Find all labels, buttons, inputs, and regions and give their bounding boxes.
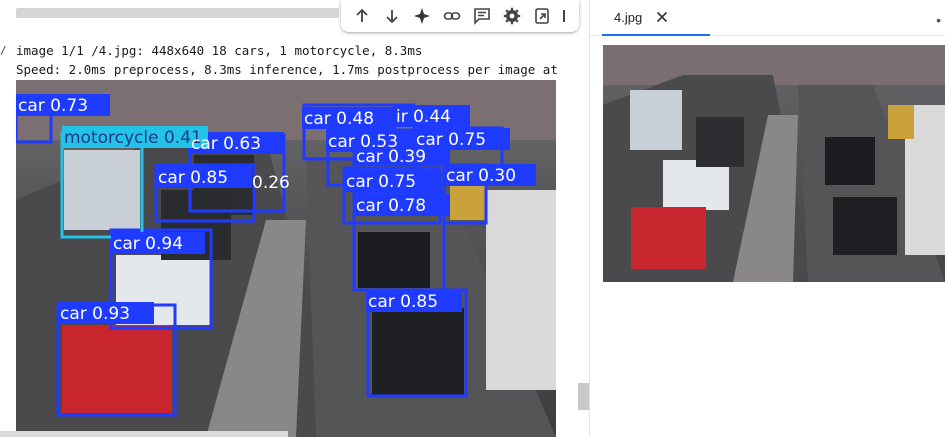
label-car-039: car 0.39 xyxy=(356,147,426,167)
settings-button[interactable] xyxy=(497,1,527,31)
label-car-048: car 0.48 xyxy=(304,109,374,129)
notebook-output-pane: / image 1/1 /4.jpg: 448x640 18 cars, 1 m… xyxy=(0,0,590,437)
close-tab-button[interactable] xyxy=(654,9,670,25)
preview-scene xyxy=(603,45,945,282)
open-in-tab-button[interactable] xyxy=(527,1,557,31)
label-motorcycle: motorcycle 0.41 xyxy=(64,128,202,148)
label-car-085-b: car 0.85 xyxy=(368,292,438,312)
preview-black-car-mid xyxy=(825,137,875,185)
image-preview-pane: 4.jpg • xyxy=(590,0,945,437)
detection-scene: car 0.73 motorcycle 0.41 car 0.63 car 0.… xyxy=(16,80,556,437)
link-icon xyxy=(443,12,461,20)
preview-black-car-near xyxy=(833,197,897,255)
detection-output-image: car 0.73 motorcycle 0.41 car 0.63 car 0.… xyxy=(16,80,556,437)
arrow-down-icon xyxy=(386,10,398,24)
black-car-mid xyxy=(358,232,430,288)
label-car-093: car 0.93 xyxy=(60,304,130,324)
label-ir-044: ir 0.44 xyxy=(396,107,451,127)
preview-traffic-bg xyxy=(603,45,945,85)
comment-button[interactable] xyxy=(467,1,497,31)
more-button[interactable] xyxy=(557,1,571,31)
horizontal-scrollbar[interactable] xyxy=(0,431,288,437)
arrow-up-icon xyxy=(356,8,368,22)
black-car-near xyxy=(372,308,464,396)
tab-4-jpg[interactable]: 4.jpg xyxy=(602,0,710,36)
white-van xyxy=(64,150,140,230)
vertical-scrollbar-thumb[interactable] xyxy=(578,383,589,410)
output-line-image: image 1/1 /4.jpg: 448x640 18 cars, 1 mot… xyxy=(16,43,423,58)
gear-icon xyxy=(503,7,521,25)
preview-white-car xyxy=(663,160,729,210)
label-car-073: car 0.73 xyxy=(18,96,88,116)
preview-yellow-car xyxy=(888,105,914,139)
overflow-dot[interactable]: • xyxy=(936,12,941,28)
preview-tab-bar: 4.jpg • xyxy=(590,0,945,36)
move-up-button[interactable] xyxy=(347,1,377,31)
move-down-button[interactable] xyxy=(377,1,407,31)
more-icon xyxy=(563,10,565,22)
label-car-094: car 0.94 xyxy=(113,234,183,254)
code-cell-bar[interactable] xyxy=(16,8,339,18)
label-car-085: car 0.85 xyxy=(158,168,228,188)
ai-assist-button[interactable] xyxy=(407,1,437,31)
cell-toolbar xyxy=(341,0,579,32)
sparkle-icon xyxy=(414,8,430,24)
label-car-075-a: car 0.75 xyxy=(416,130,486,150)
output-marker: / xyxy=(0,44,7,57)
close-icon xyxy=(657,11,668,23)
label-026: 0.26 xyxy=(252,173,290,193)
label-car-078: car 0.78 xyxy=(356,196,426,216)
label-car-063: car 0.63 xyxy=(191,134,261,154)
open-in-tab-icon xyxy=(535,8,549,24)
comment-icon xyxy=(474,8,490,25)
tab-label: 4.jpg xyxy=(614,9,643,25)
preview-van xyxy=(630,90,682,150)
red-car xyxy=(62,325,172,413)
output-line-speed: Speed: 2.0ms preprocess, 8.3ms inference… xyxy=(16,62,558,77)
label-car-030: car 0.30 xyxy=(446,166,516,186)
preview-dark-car xyxy=(696,117,744,167)
truck xyxy=(486,190,556,390)
link-button[interactable] xyxy=(437,1,467,31)
preview-red-car xyxy=(631,207,706,269)
preview-image-4-jpg xyxy=(603,45,945,282)
label-car-075-b: car 0.75 xyxy=(346,172,416,192)
